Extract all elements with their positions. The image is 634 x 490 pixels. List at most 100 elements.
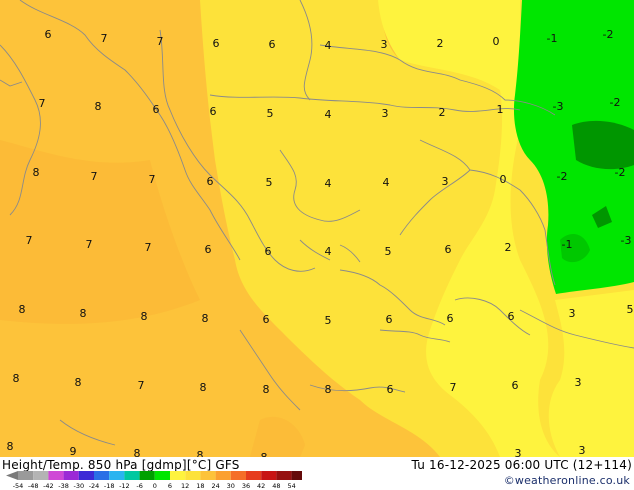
color-scale-tick-label: 42 xyxy=(257,482,265,490)
temperature-label: 7 xyxy=(26,234,33,247)
temperature-label: 0 xyxy=(493,35,500,48)
temperature-label: 6 xyxy=(386,313,393,326)
temperature-label: 3 xyxy=(382,107,389,120)
temperature-label: -2 xyxy=(603,28,614,41)
temperature-label: 8 xyxy=(7,440,14,453)
color-scale-swatch xyxy=(276,471,292,480)
temperature-label: 9 xyxy=(70,445,77,457)
temperature-label: -2 xyxy=(610,96,621,109)
color-scale-tick-label: 54 xyxy=(287,482,295,490)
temperature-label: 8 xyxy=(197,449,204,457)
color-scale-swatch xyxy=(48,471,64,480)
temperature-label: 7 xyxy=(145,241,152,254)
temperature-label: 8 xyxy=(202,312,209,325)
color-scale-swatch xyxy=(291,471,302,480)
color-scale-tick-label: -48 xyxy=(28,482,39,490)
temperature-label: 6 xyxy=(45,28,52,41)
temperature-label: 6 xyxy=(387,383,394,396)
credit-link[interactable]: ©weatheronline.co.uk xyxy=(504,474,630,487)
temperature-label: 6 xyxy=(269,38,276,51)
temperature-label: 7 xyxy=(86,238,93,251)
temperature-label: 8 xyxy=(75,376,82,389)
color-scale-swatch xyxy=(18,471,34,480)
temperature-label: 8 xyxy=(200,381,207,394)
color-scale-swatch xyxy=(215,471,231,480)
temperature-label: 8 xyxy=(263,383,270,396)
temperature-label: 3 xyxy=(381,38,388,51)
temperature-label: 6 xyxy=(213,37,220,50)
temperature-label: 6 xyxy=(445,243,452,256)
color-scale-tick-label: -24 xyxy=(89,482,100,490)
color-scale-tick-label: 18 xyxy=(196,482,204,490)
weather-map: 6 7 7 6 6 4 3 2 0 -1 -2 7 8 6 6 5 4 3 2 … xyxy=(0,0,634,457)
temperature-label: 4 xyxy=(383,176,390,189)
color-scale-tick-label: 0 xyxy=(153,482,157,490)
temperature-label: -1 xyxy=(562,238,573,251)
color-scale-swatch xyxy=(33,471,49,480)
temperature-label: 8 xyxy=(19,303,26,316)
temperature-label: 6 xyxy=(207,175,214,188)
temperature-label: 7 xyxy=(101,32,108,45)
temperature-label: 6 xyxy=(205,243,212,256)
temperature-field-green-dark xyxy=(572,120,634,170)
temperature-label: 4 xyxy=(325,39,332,52)
valid-time: Tu 16-12-2025 06:00 UTC (12+114) xyxy=(411,458,632,472)
temperature-label: 5 xyxy=(627,303,634,316)
temperature-label: 8 xyxy=(141,310,148,323)
map-title: Height/Temp. 850 hPa [gdmp][°C] GFS xyxy=(2,458,240,472)
color-scale-swatch xyxy=(246,471,262,480)
temperature-label: 6 xyxy=(153,103,160,116)
color-scale-swatch xyxy=(170,471,186,480)
color-scale-swatch xyxy=(139,471,155,480)
temperature-label: 7 xyxy=(138,379,145,392)
temperature-label: 7 xyxy=(157,35,164,48)
temperature-label: -2 xyxy=(615,166,626,179)
color-scale-tick-label: -18 xyxy=(104,482,115,490)
color-scale-tick-label: 48 xyxy=(272,482,280,490)
color-scale-swatch xyxy=(94,471,110,480)
color-scale-tick-label: 12 xyxy=(181,482,189,490)
temperature-label: 7 xyxy=(91,170,98,183)
temperature-label: 8 xyxy=(13,372,20,385)
temperature-label: 6 xyxy=(210,105,217,118)
color-scale-swatch xyxy=(124,471,140,480)
color-scale-tick-label: -54 xyxy=(13,482,24,490)
temperature-label: 3 xyxy=(515,447,522,457)
color-scale-swatch xyxy=(63,471,79,480)
color-scale-swatch xyxy=(230,471,246,480)
temperature-label: 5 xyxy=(267,107,274,120)
temperature-label: 6 xyxy=(265,245,272,258)
color-scale-swatch xyxy=(154,471,170,480)
temperature-label: -3 xyxy=(621,234,632,247)
color-scale-tick-label: -38 xyxy=(58,482,69,490)
temperature-label: 6 xyxy=(447,312,454,325)
temperature-label: 3 xyxy=(579,444,586,457)
temperature-label: 5 xyxy=(325,314,332,327)
color-scale-cap-left xyxy=(6,471,18,480)
color-scale-swatch xyxy=(185,471,201,480)
color-scale-swatch xyxy=(109,471,125,480)
color-scale-swatch xyxy=(261,471,277,480)
color-scale-legend: -54 -48 -42 -38 -30 -24 -18 -12 -6 0 6 12 18 24 30 36 42… xyxy=(6,471,302,490)
temperature-label: 8 xyxy=(134,447,141,457)
temperature-label: 4 xyxy=(325,108,332,121)
color-scale-tick-label: -6 xyxy=(136,482,142,490)
temperature-label: 7 xyxy=(450,381,457,394)
temperature-label: 0 xyxy=(500,173,507,186)
temperature-label: -1 xyxy=(547,32,558,45)
temperature-label: 8 xyxy=(80,307,87,320)
color-scale-tick-label: 24 xyxy=(211,482,219,490)
temperature-label: 3 xyxy=(569,307,576,320)
temperature-label: 2 xyxy=(439,106,446,119)
temperature-label: 2 xyxy=(505,241,512,254)
temperature-label: 8 xyxy=(33,166,40,179)
color-scale-tick-label: 6 xyxy=(168,482,172,490)
temperature-label: 6 xyxy=(508,310,515,323)
temperature-label: 6 xyxy=(512,379,519,392)
temperature-label: 4 xyxy=(325,177,332,190)
color-scale-tick-label: -12 xyxy=(119,482,130,490)
temperature-label: 7 xyxy=(149,173,156,186)
color-scale-tick-label: -30 xyxy=(73,482,84,490)
temperature-label: 3 xyxy=(442,175,449,188)
temperature-label: 8 xyxy=(325,383,332,396)
